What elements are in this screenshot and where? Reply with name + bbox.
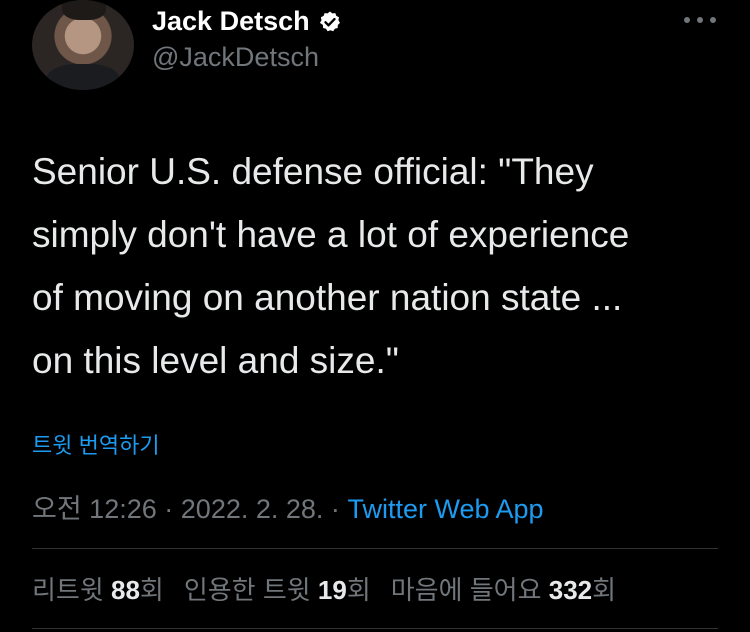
more-options-icon[interactable]	[684, 12, 716, 28]
translate-tweet-link[interactable]: 트윗 번역하기	[32, 428, 160, 460]
meta-separator: ·	[164, 494, 174, 524]
divider	[32, 628, 718, 629]
author-display-name[interactable]: Jack Detsch	[152, 6, 310, 37]
retweets-suffix: 회	[139, 575, 164, 605]
likes-count: 332	[548, 575, 593, 605]
likes-stat[interactable]: 마음에 들어요 332회	[391, 575, 616, 605]
author-handle[interactable]: @JackDetsch	[152, 42, 319, 73]
quotes-suffix: 회	[346, 575, 371, 605]
divider	[32, 548, 718, 549]
likes-suffix: 회	[592, 575, 617, 605]
engagement-stats: 리트윗 88회 인용한 트윗 19회 마음에 들어요 332회	[32, 570, 616, 607]
avatar-hair	[62, 0, 106, 20]
likes-label: 마음에 들어요	[390, 575, 542, 605]
author-name-row[interactable]: Jack Detsch	[152, 6, 342, 37]
tweet-date[interactable]: 2022. 2. 28.	[181, 494, 324, 524]
tweet-source-link[interactable]: Twitter Web App	[347, 494, 543, 524]
more-dot	[710, 17, 716, 23]
profile-avatar[interactable]	[32, 0, 134, 90]
retweets-count: 88	[111, 575, 140, 605]
meta-separator: ·	[330, 494, 340, 524]
tweet-text: Senior U.S. defense official: "They simp…	[32, 151, 630, 381]
retweets-label: 리트윗	[32, 575, 104, 605]
more-dot	[697, 17, 703, 23]
tweet-time[interactable]: 오전 12:26	[32, 494, 157, 524]
more-dot	[684, 17, 690, 23]
retweets-stat[interactable]: 리트윗 88회	[32, 575, 164, 605]
avatar-shirt	[46, 64, 120, 90]
tweet-metadata: 오전 12:26 · 2022. 2. 28. · Twitter Web Ap…	[32, 487, 544, 526]
quotes-label: 인용한 트윗	[183, 575, 311, 605]
quotes-count: 19	[317, 575, 347, 605]
verified-badge-icon	[319, 11, 340, 31]
quotes-stat[interactable]: 인용한 트윗 19회	[184, 575, 371, 605]
